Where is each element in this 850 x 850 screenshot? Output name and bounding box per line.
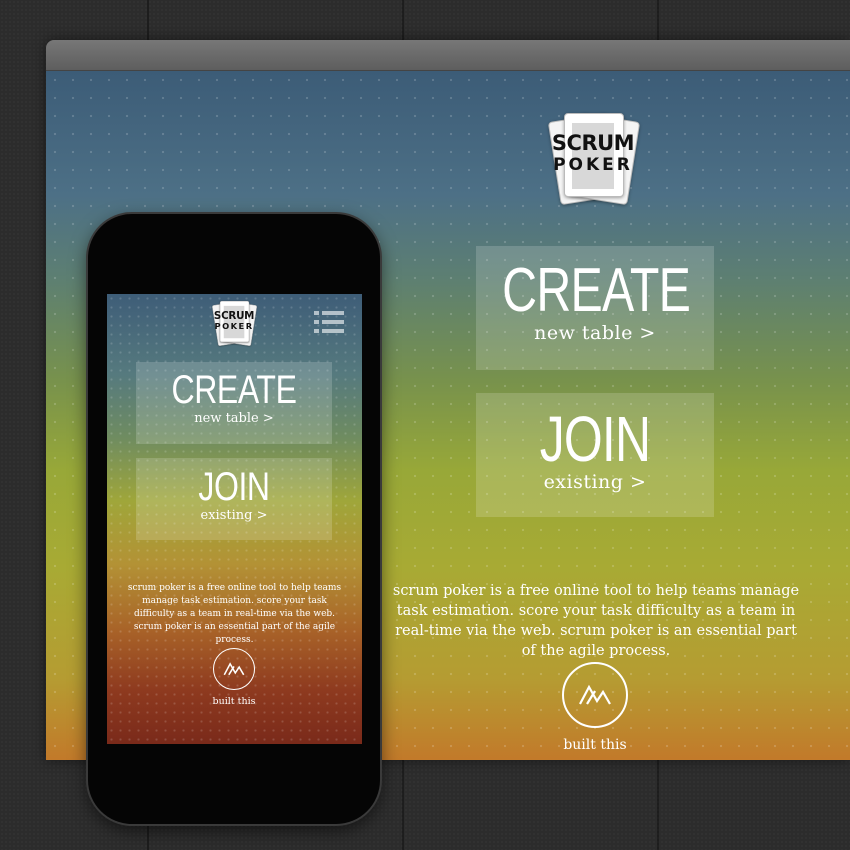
scrum-poker-logo[interactable]: SCRUM POKER — [547, 111, 641, 206]
create-table-button[interactable]: CREATE new table > — [476, 246, 714, 370]
hamburger-menu-icon[interactable] — [314, 311, 344, 333]
site-description: scrum poker is a free online tool to hel… — [392, 583, 800, 659]
built-this-label: built this — [563, 737, 627, 753]
create-button-title: CREATE — [171, 368, 297, 412]
logo-word-scrum: SCRUM — [551, 131, 635, 155]
built-this-link[interactable]: built this — [562, 662, 628, 753]
create-button-title: CREATE — [502, 256, 691, 325]
join-button-title: JOIN — [539, 403, 651, 475]
built-this-label: built this — [212, 696, 256, 707]
join-table-button[interactable]: JOIN existing > — [476, 393, 714, 517]
mountain-circle-icon — [213, 648, 255, 690]
join-button-title: JOIN — [198, 465, 270, 509]
phone-device: SCRUM POKER CREATE new table > JOIN exis… — [88, 214, 380, 824]
mobile-site: SCRUM POKER CREATE new table > JOIN exis… — [107, 294, 362, 744]
mobile-create-table-button[interactable]: CREATE new table > — [136, 362, 332, 444]
mountain-circle-icon — [562, 662, 628, 728]
logo-word-scrum: SCRUM — [213, 309, 255, 322]
logo-word-poker: POKER — [214, 321, 254, 332]
mobile-scrum-poker-logo[interactable]: SCRUM POKER — [211, 300, 258, 347]
join-button-subtitle: existing > — [200, 508, 268, 523]
mobile-join-table-button[interactable]: JOIN existing > — [136, 458, 332, 540]
logo-word-poker: POKER — [553, 155, 633, 175]
create-button-subtitle: new table > — [194, 411, 274, 426]
browser-title-bar — [46, 40, 850, 71]
mobile-site-description: scrum poker is a free online tool to hel… — [127, 583, 342, 645]
create-button-subtitle: new table > — [534, 322, 656, 344]
mobile-built-this-link[interactable]: built this — [211, 648, 257, 707]
